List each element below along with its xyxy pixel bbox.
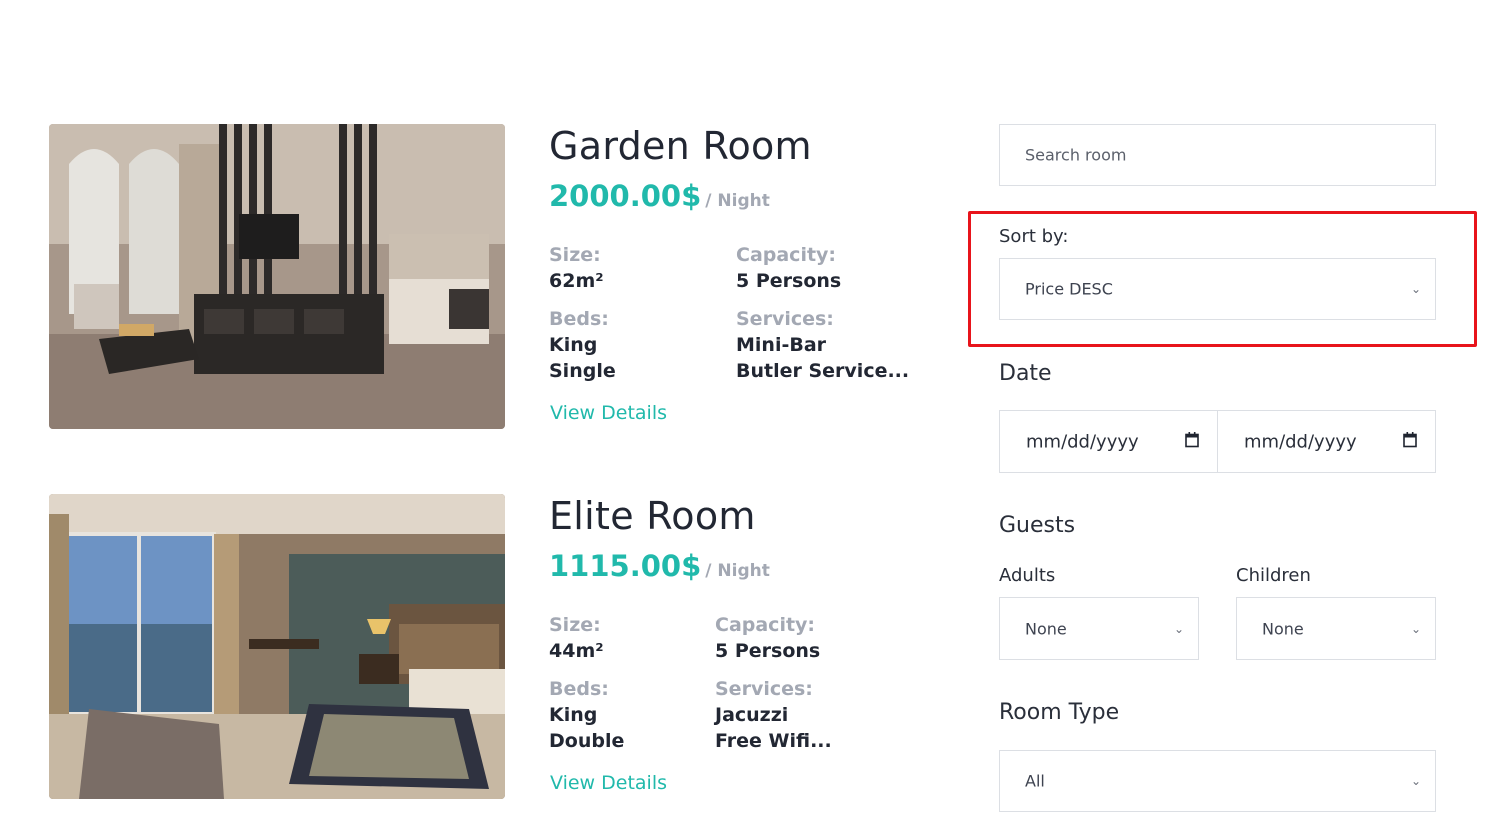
bed-type: King (549, 704, 598, 726)
bed-type: Double (549, 730, 625, 752)
capacity-label: Capacity: (715, 614, 816, 636)
adults-value: None (1025, 619, 1067, 638)
beds-label: Beds: (549, 678, 609, 700)
service-item: Jacuzzi (715, 704, 789, 726)
date-to-input[interactable]: mm/dd/yyyy (1217, 410, 1436, 473)
children-label: Children (1236, 565, 1311, 586)
room-photo (49, 124, 505, 429)
price-line: 1115.00$ / Night (549, 549, 770, 583)
size-value: 62m² (549, 270, 604, 292)
room-photo (49, 494, 505, 799)
chevron-down-icon: ⌄ (1173, 621, 1184, 636)
room-price: 1115.00$ (549, 549, 702, 583)
service-item: Mini-Bar (736, 334, 827, 356)
adults-label: Adults (999, 565, 1056, 586)
bed-type: King (549, 334, 598, 356)
services-label: Services: (736, 308, 834, 330)
bed-type: Single (549, 360, 616, 382)
chevron-down-icon: ⌄ (1410, 621, 1421, 636)
room-price: 2000.00$ (549, 179, 702, 213)
children-select[interactable]: None ⌄ (1236, 597, 1436, 660)
chevron-down-icon: ⌄ (1410, 774, 1421, 788)
highlight-box (968, 211, 1477, 347)
room-title: Elite Room (549, 494, 756, 538)
service-item: Butler Service... (736, 360, 910, 382)
capacity-fact: Capacity: 5 Persons (736, 242, 841, 294)
adults-select[interactable]: None ⌄ (999, 597, 1199, 660)
guests-heading: Guests (999, 513, 1076, 538)
capacity-fact: Capacity: 5 Persons (715, 612, 820, 664)
beds-fact: Beds: King Single (549, 306, 616, 384)
children-value: None (1262, 619, 1304, 638)
capacity-value: 5 Persons (736, 270, 842, 292)
room-title: Garden Room (549, 124, 812, 168)
calendar-icon[interactable] (1185, 431, 1199, 452)
room-image-elite[interactable] (49, 494, 505, 799)
services-fact: Services: Mini-Bar Butler Service... (736, 306, 909, 384)
date-from-input[interactable]: mm/dd/yyyy (999, 410, 1218, 473)
size-fact: Size: 44m² (549, 612, 604, 664)
search-input[interactable]: Search room (999, 124, 1436, 186)
price-line: 2000.00$ / Night (549, 179, 770, 213)
beds-label: Beds: (549, 308, 609, 330)
search-placeholder: Search room (1025, 145, 1127, 165)
service-item: Free Wifi... (715, 730, 832, 752)
date-heading: Date (999, 361, 1052, 386)
room-type-select[interactable]: All ⌄ (999, 750, 1436, 812)
services-label: Services: (715, 678, 813, 700)
size-label: Size: (549, 244, 601, 266)
size-label: Size: (549, 614, 601, 636)
view-details-link[interactable]: View Details (550, 402, 667, 424)
room-type-value: All (1025, 771, 1045, 791)
size-value: 44m² (549, 640, 604, 662)
date-from-value: mm/dd/yyyy (1026, 431, 1139, 452)
capacity-label: Capacity: (736, 244, 837, 266)
room-type-heading: Room Type (999, 700, 1120, 725)
room-facts: Size: 62m² Capacity: 5 Persons Beds: Kin… (549, 242, 949, 382)
view-details-link[interactable]: View Details (550, 772, 667, 794)
room-card-garden: Garden Room 2000.00$ / Night Size: 62m² C… (49, 124, 929, 434)
calendar-icon[interactable] (1403, 431, 1417, 452)
beds-fact: Beds: King Double (549, 676, 624, 754)
room-image-garden[interactable] (49, 124, 505, 429)
capacity-value: 5 Persons (715, 640, 821, 662)
date-to-value: mm/dd/yyyy (1244, 431, 1357, 452)
size-fact: Size: 62m² (549, 242, 604, 294)
room-facts: Size: 44m² Capacity: 5 Persons Beds: Kin… (549, 612, 949, 752)
room-card-elite: Elite Room 1115.00$ / Night Size: 44m² Ca… (49, 494, 929, 804)
per-night-label: / Night (705, 191, 770, 211)
services-fact: Services: Jacuzzi Free Wifi... (715, 676, 832, 754)
per-night-label: / Night (705, 561, 770, 581)
